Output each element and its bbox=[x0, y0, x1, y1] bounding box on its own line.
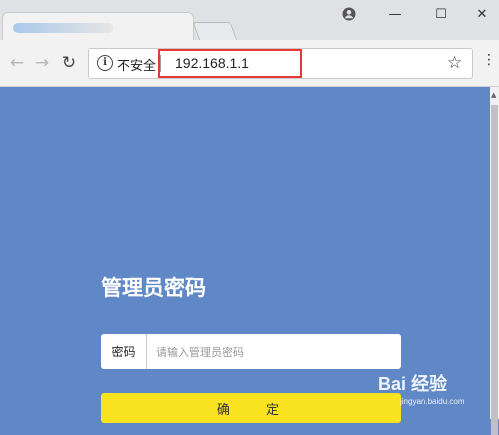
scrollbar-thumb[interactable] bbox=[491, 105, 498, 435]
maximize-icon[interactable]: ☐ bbox=[427, 4, 455, 24]
watermark-url: jingyan.baidu.com bbox=[400, 397, 465, 406]
page-title: 管理员密码 bbox=[101, 276, 206, 300]
browser-tab-active[interactable] bbox=[2, 12, 194, 41]
info-icon[interactable]: i bbox=[97, 55, 113, 71]
security-label[interactable]: 不安全 bbox=[117, 55, 156, 74]
tab-title-blurred bbox=[13, 23, 113, 33]
address-text[interactable]: 192.168.1.1 bbox=[175, 55, 249, 71]
profile-icon[interactable] bbox=[335, 4, 363, 24]
menu-icon[interactable]: ⋮ bbox=[482, 52, 496, 68]
minimize-icon[interactable]: — bbox=[381, 4, 409, 24]
reload-icon[interactable]: ↻ bbox=[58, 52, 80, 74]
watermark-logo: Bai 经验 bbox=[378, 374, 448, 394]
maximize-label: ☐ bbox=[435, 6, 447, 22]
close-icon[interactable]: ✕ bbox=[468, 4, 496, 24]
page-scrollbar[interactable]: ▲ bbox=[490, 87, 499, 435]
scroll-up-icon[interactable]: ▲ bbox=[491, 91, 496, 99]
star-icon[interactable]: ☆ bbox=[447, 53, 462, 73]
close-label: ✕ bbox=[476, 6, 488, 22]
password-input[interactable] bbox=[147, 334, 408, 371]
back-icon[interactable]: ← bbox=[6, 52, 28, 74]
password-field[interactable]: 密码 bbox=[101, 334, 408, 371]
minimize-label: — bbox=[388, 6, 402, 22]
new-tab-button[interactable] bbox=[192, 22, 238, 41]
password-label: 密码 bbox=[101, 334, 147, 369]
forward-icon[interactable]: → bbox=[31, 52, 53, 74]
